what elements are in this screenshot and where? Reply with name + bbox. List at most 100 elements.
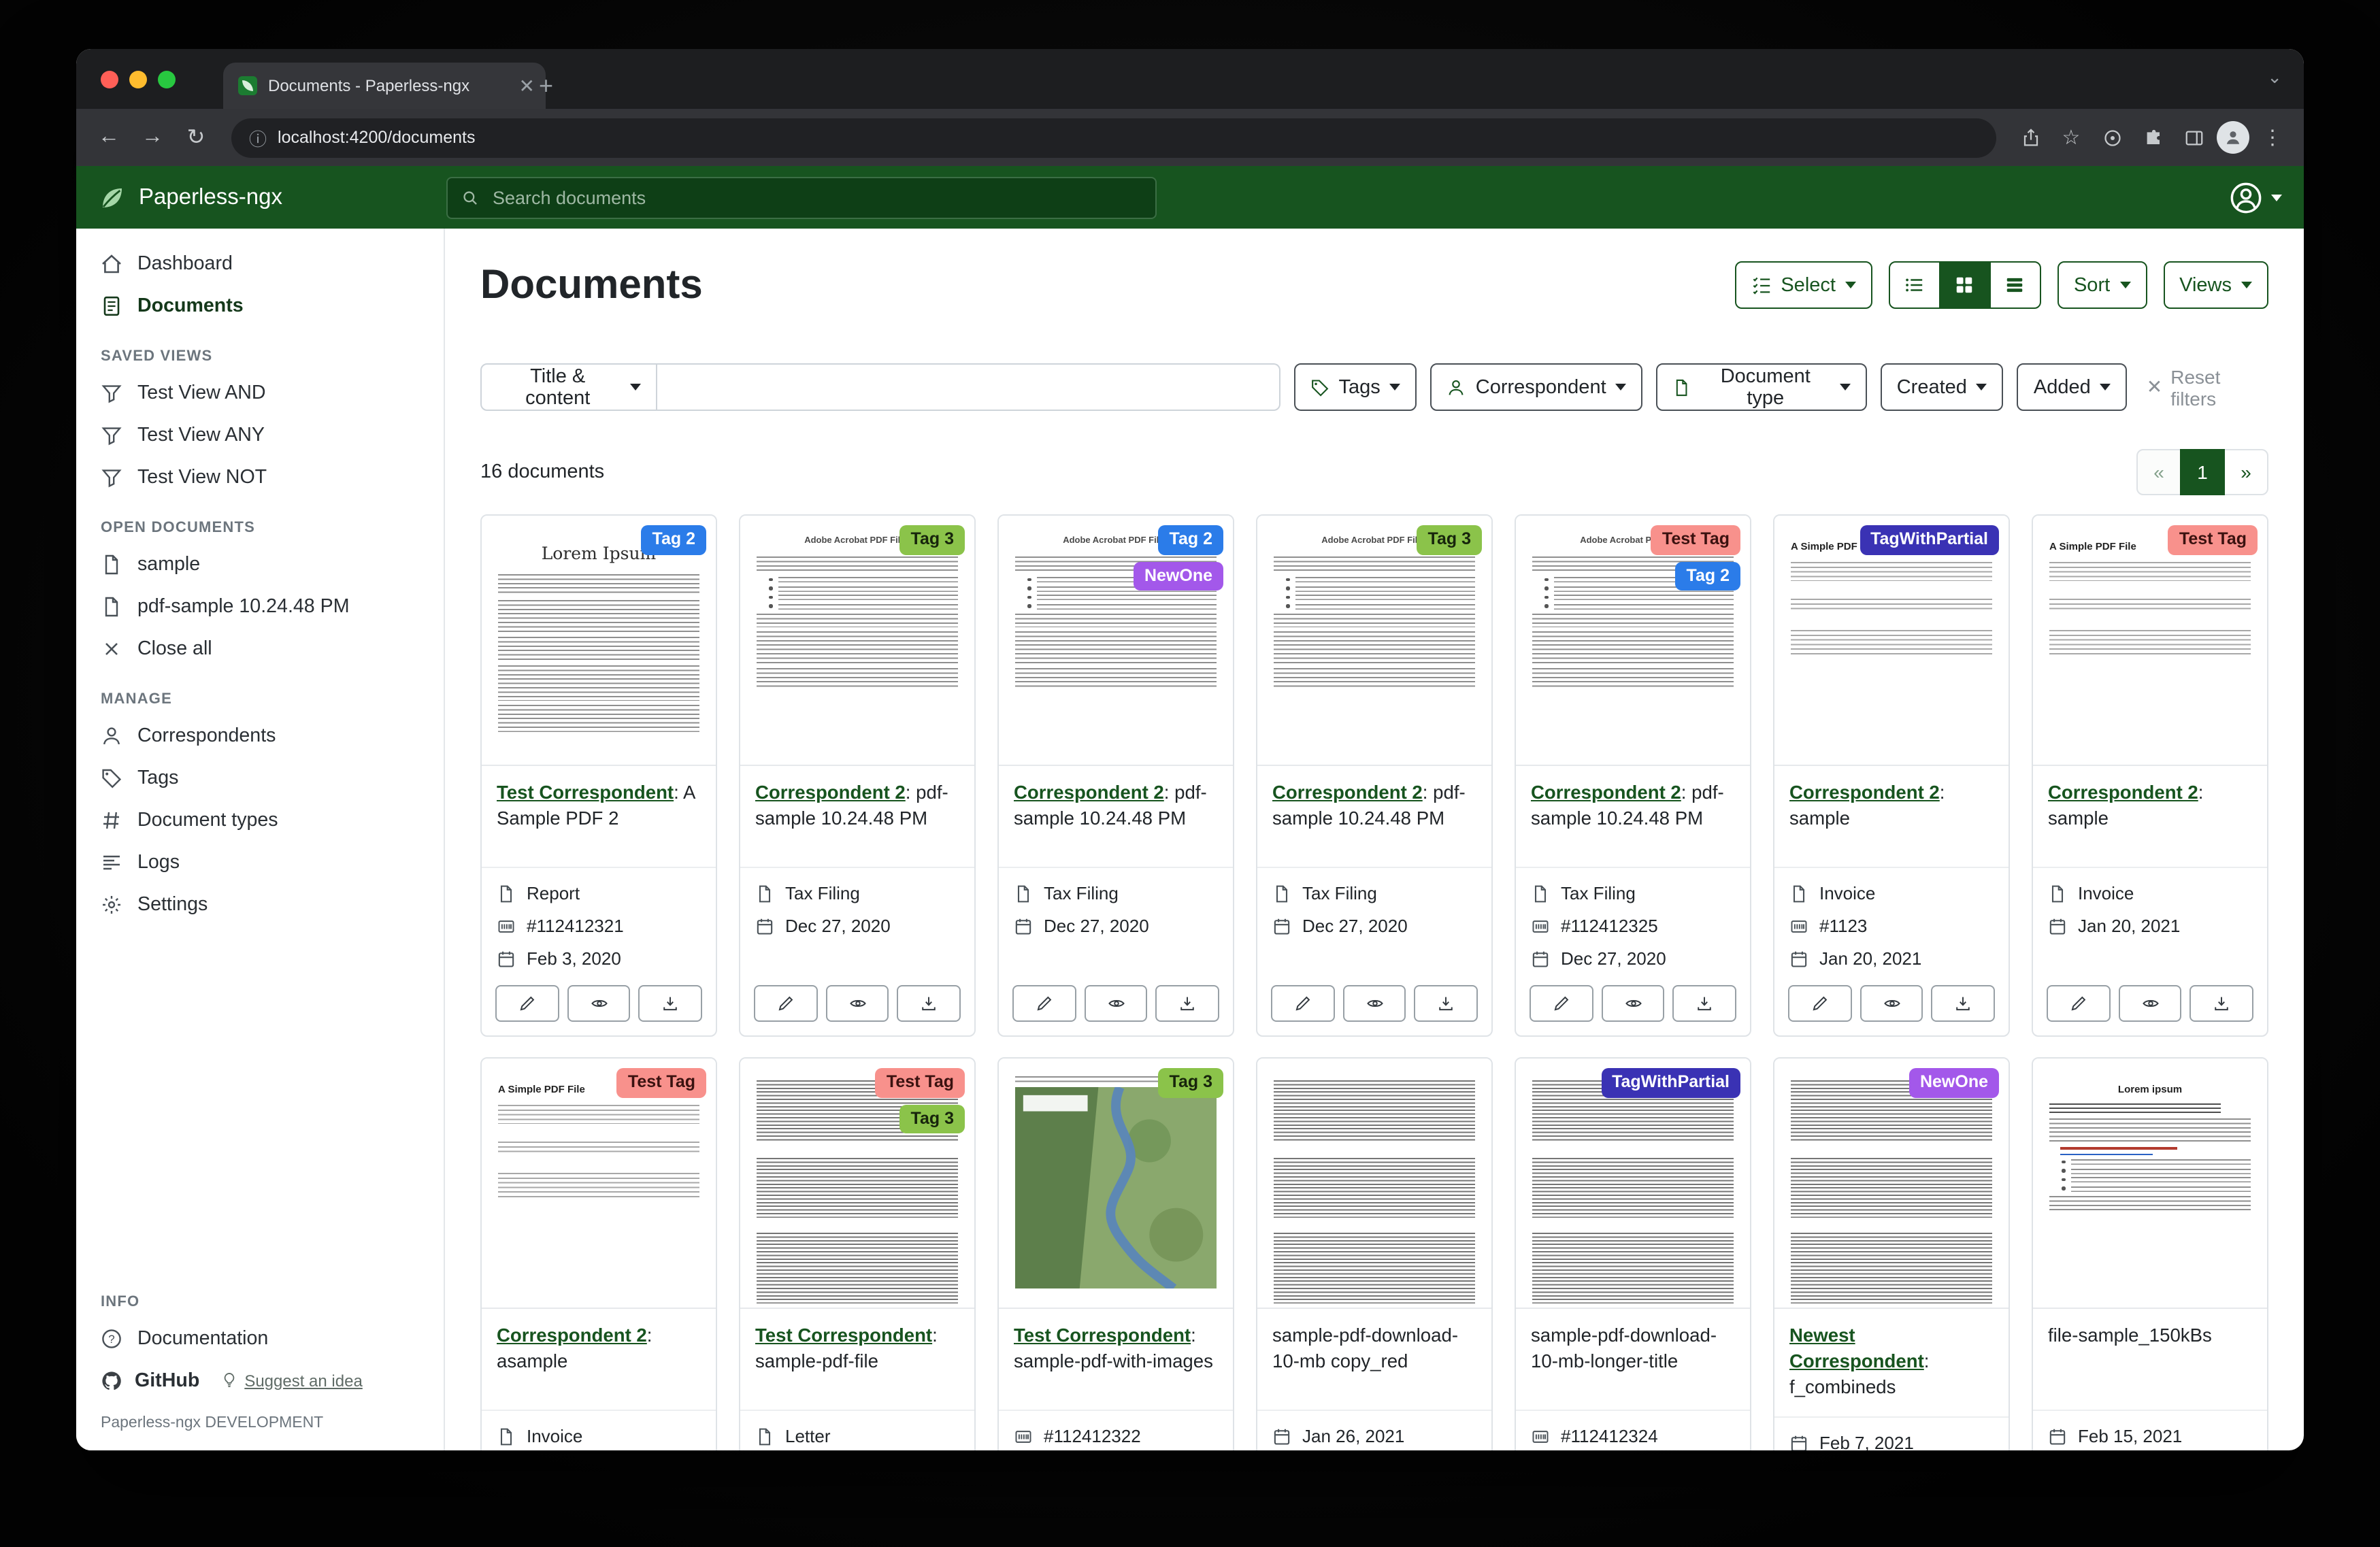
document-title[interactable]: file-sample_150kBs: [2033, 1309, 2267, 1411]
correspondent-link[interactable]: Correspondent 2: [1014, 782, 1164, 803]
close-window-button[interactable]: [101, 71, 118, 88]
reload-button[interactable]: ↻: [177, 124, 215, 151]
correspondent-link[interactable]: Test Correspondent: [497, 782, 674, 803]
minimize-window-button[interactable]: [129, 71, 147, 88]
edit-document-button[interactable]: [1530, 985, 1593, 1022]
edit-document-button[interactable]: [1271, 985, 1334, 1022]
correspondent-link[interactable]: Correspondent 2: [1272, 782, 1423, 803]
browser-profile-avatar[interactable]: [2217, 121, 2249, 154]
tag-badge[interactable]: Tag 3: [1417, 525, 1482, 554]
details-view-button[interactable]: [1989, 261, 2041, 309]
download-document-button[interactable]: [1415, 985, 1478, 1022]
browser-menu-kebab-icon[interactable]: ⋮: [2255, 125, 2290, 150]
download-document-button[interactable]: [2190, 985, 2253, 1022]
document-title[interactable]: Newest Correspondent: f_combineds: [1774, 1309, 2009, 1418]
tab-close-icon[interactable]: ✕: [519, 76, 535, 95]
select-button[interactable]: Select: [1734, 261, 1872, 309]
document-title[interactable]: sample-pdf-download-10-mb copy_red: [1257, 1309, 1491, 1411]
reset-filters-link[interactable]: ✕ Reset filters: [2147, 365, 2268, 409]
sidebar-item-dashboard[interactable]: Dashboard: [76, 242, 444, 284]
tag-badge[interactable]: Tag 3: [900, 525, 965, 554]
grid-view-button[interactable]: [1939, 261, 1991, 309]
sort-button[interactable]: Sort: [2057, 261, 2147, 309]
app-brand[interactable]: Paperless-ngx: [98, 183, 446, 212]
sidebar-item-correspondents[interactable]: Correspondents: [76, 714, 444, 756]
view-document-button[interactable]: [567, 985, 630, 1022]
correspondent-link[interactable]: Test Correspondent: [755, 1325, 932, 1346]
tag-badge[interactable]: NewOne: [1909, 1068, 1999, 1097]
sidebar-item-logs[interactable]: Logs: [76, 841, 444, 883]
sidebar-item-documentation[interactable]: ? Documentation: [76, 1317, 444, 1359]
view-document-button[interactable]: [1601, 985, 1664, 1022]
side-panel-icon[interactable]: [2176, 127, 2211, 148]
created-filter-button[interactable]: Created: [1881, 363, 2004, 411]
tag-badge[interactable]: Tag 2: [1676, 561, 1740, 590]
tag-badge[interactable]: Test Tag: [617, 1068, 706, 1097]
browser-tab[interactable]: Documents - Paperless-ngx ✕: [223, 63, 546, 109]
tag-badge[interactable]: TagWithPartial: [1601, 1068, 1740, 1097]
view-document-button[interactable]: [1084, 985, 1147, 1022]
added-filter-button[interactable]: Added: [2017, 363, 2128, 411]
sidebar-item-open-document-pdf-sample[interactable]: pdf-sample 10.24.48 PM: [76, 585, 444, 627]
edit-document-button[interactable]: [2047, 985, 2110, 1022]
view-document-button[interactable]: [825, 985, 889, 1022]
document-title[interactable]: Correspondent 2: asample: [482, 1309, 716, 1411]
suggest-idea-link[interactable]: Suggest an idea: [220, 1371, 363, 1390]
share-icon[interactable]: [2013, 127, 2048, 148]
download-document-button[interactable]: [1673, 985, 1736, 1022]
filter-field-dropdown[interactable]: Title & content: [480, 363, 657, 411]
document-title[interactable]: Correspondent 2: pdf-sample 10.24.48 PM: [1257, 766, 1491, 868]
download-document-button[interactable]: [1932, 985, 1995, 1022]
back-button[interactable]: ←: [90, 125, 128, 150]
document-title[interactable]: Test Correspondent: sample-pdf-with-imag…: [999, 1309, 1233, 1411]
correspondent-link[interactable]: Correspondent 2: [2048, 782, 2198, 803]
correspondent-link[interactable]: Test Correspondent: [1014, 1325, 1191, 1346]
document-thumbnail[interactable]: [1257, 1059, 1491, 1309]
search-input[interactable]: [490, 186, 1142, 209]
page-1-button[interactable]: 1: [2180, 449, 2225, 495]
tag-badge[interactable]: Tag 3: [1159, 1068, 1223, 1097]
sidebar-item-settings[interactable]: Settings: [76, 883, 444, 925]
tab-search-chevron-icon[interactable]: ⌄: [2267, 67, 2282, 88]
edit-document-button[interactable]: [1788, 985, 1851, 1022]
extension-icon[interactable]: [2094, 127, 2130, 148]
document-title[interactable]: Test Correspondent: A Sample PDF 2: [482, 766, 716, 868]
bookmark-star-icon[interactable]: ☆: [2053, 125, 2089, 150]
tag-badge[interactable]: Tag 2: [1159, 525, 1223, 554]
previous-page-button[interactable]: «: [2136, 449, 2181, 495]
global-search[interactable]: [446, 176, 1157, 218]
sidebar-item-saved-view-any[interactable]: Test View ANY: [76, 414, 444, 456]
document-type-filter-button[interactable]: Document type: [1657, 363, 1867, 411]
tag-badge[interactable]: Test Tag: [1651, 525, 1740, 554]
sidebar-item-saved-view-not[interactable]: Test View NOT: [76, 456, 444, 498]
document-title[interactable]: Correspondent 2: sample: [1774, 766, 2009, 868]
new-tab-button[interactable]: +: [539, 73, 553, 98]
document-title[interactable]: Correspondent 2: pdf-sample 10.24.48 PM: [740, 766, 974, 868]
document-title[interactable]: sample-pdf-download-10-mb-longer-title: [1516, 1309, 1750, 1411]
view-document-button[interactable]: [2118, 985, 2181, 1022]
tag-badge[interactable]: Tag 2: [642, 525, 706, 554]
correspondent-filter-button[interactable]: Correspondent: [1431, 363, 1643, 411]
edit-document-button[interactable]: [754, 985, 817, 1022]
tag-badge[interactable]: TagWithPartial: [1860, 525, 1999, 554]
view-document-button[interactable]: [1342, 985, 1406, 1022]
document-thumbnail[interactable]: Lorem ipsum: [2033, 1059, 2267, 1309]
correspondent-link[interactable]: Correspondent 2: [1789, 782, 1940, 803]
download-document-button[interactable]: [897, 985, 961, 1022]
edit-document-button[interactable]: [495, 985, 559, 1022]
views-button[interactable]: Views: [2163, 261, 2268, 309]
correspondent-link[interactable]: Newest Correspondent: [1789, 1325, 1924, 1371]
sidebar-item-documents[interactable]: Documents: [76, 284, 444, 327]
sidebar-item-document-types[interactable]: Document types: [76, 799, 444, 841]
url-field[interactable]: ⓘ localhost:4200/documents: [231, 118, 1996, 157]
sidebar-item-close-all[interactable]: Close all: [76, 627, 444, 669]
sidebar-item-open-document-sample[interactable]: sample: [76, 543, 444, 585]
maximize-window-button[interactable]: [158, 71, 176, 88]
correspondent-link[interactable]: Correspondent 2: [497, 1325, 647, 1346]
view-document-button[interactable]: [1860, 985, 1923, 1022]
download-document-button[interactable]: [639, 985, 702, 1022]
user-menu[interactable]: [2229, 180, 2282, 214]
extensions-puzzle-icon[interactable]: [2135, 127, 2170, 148]
github-label[interactable]: GitHub: [135, 1369, 199, 1391]
correspondent-link[interactable]: Correspondent 2: [755, 782, 906, 803]
